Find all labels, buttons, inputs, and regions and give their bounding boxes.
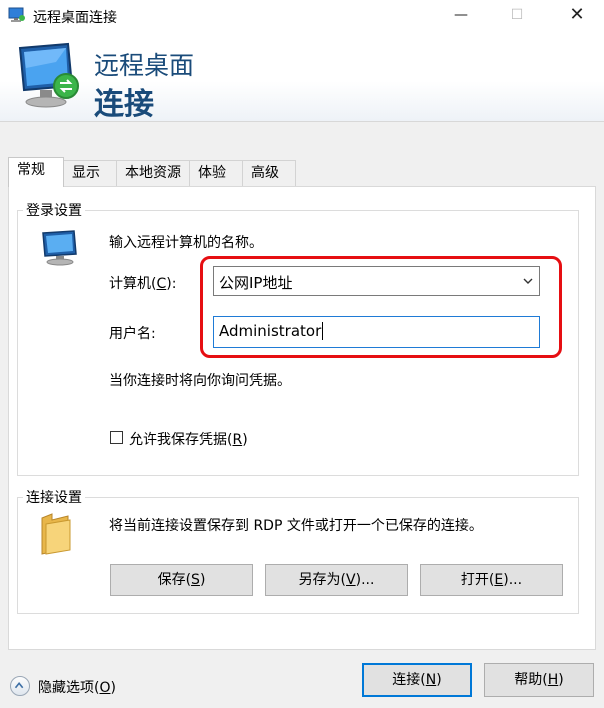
login-settings-label: 登录设置 [23,200,85,220]
username-value: Administrator [219,322,322,340]
banner-title-line1: 远程桌面 [94,51,195,80]
computer-value: 公网IP地址 [219,274,293,292]
banner-title-line2: 连接 [94,87,154,122]
folder-icon [41,513,71,555]
chevron-down-icon [523,278,533,284]
save-credentials-label[interactable]: 允许我保存凭据(R) [129,429,248,449]
tab-advanced[interactable]: 高级 [242,160,296,186]
close-button[interactable]: ✕ [554,0,600,32]
chevron-up-icon [10,676,30,696]
tab-display[interactable]: 显示 [63,160,117,186]
remote-desktop-monitor-icon [18,42,79,108]
hide-options-label: 隐藏选项(O) [38,680,116,696]
login-instruction: 输入远程计算机的名称。 [109,235,263,251]
save-button[interactable]: 保存(S) [110,564,253,596]
header-banner: 远程桌面 连接 [0,32,604,122]
username-field[interactable]: Administrator [213,316,540,348]
help-button[interactable]: 帮助(H) [484,663,594,697]
computer-icon [42,230,77,266]
computer-label: 计算机(C): [109,276,177,292]
tab-local-resources[interactable]: 本地资源 [116,160,190,186]
credentials-note: 当你连接时将向你询问凭据。 [109,373,291,389]
open-button[interactable]: 打开(E)... [420,564,563,596]
minimize-button[interactable]: — [438,0,484,32]
tab-experience[interactable]: 体验 [189,160,243,186]
save-as-button[interactable]: 另存为(V)... [265,564,408,596]
tab-general[interactable]: 常规 [8,157,64,187]
title-bar: 远程桌面连接 — ☐ ✕ [0,0,604,32]
connection-settings-label: 连接设置 [23,487,85,507]
connect-button[interactable]: 连接(N) [362,663,472,697]
maximize-button[interactable]: ☐ [494,0,540,32]
window-title: 远程桌面连接 [33,10,117,26]
connection-description: 将当前连接设置保存到 RDP 文件或打开一个已保存的连接。 [109,518,483,534]
computer-combobox[interactable]: 公网IP地址 [213,266,540,296]
remote-desktop-app-icon [8,7,25,22]
save-credentials-checkbox[interactable] [110,431,123,444]
text-caret [322,322,324,340]
username-label: 用户名: [109,326,156,342]
